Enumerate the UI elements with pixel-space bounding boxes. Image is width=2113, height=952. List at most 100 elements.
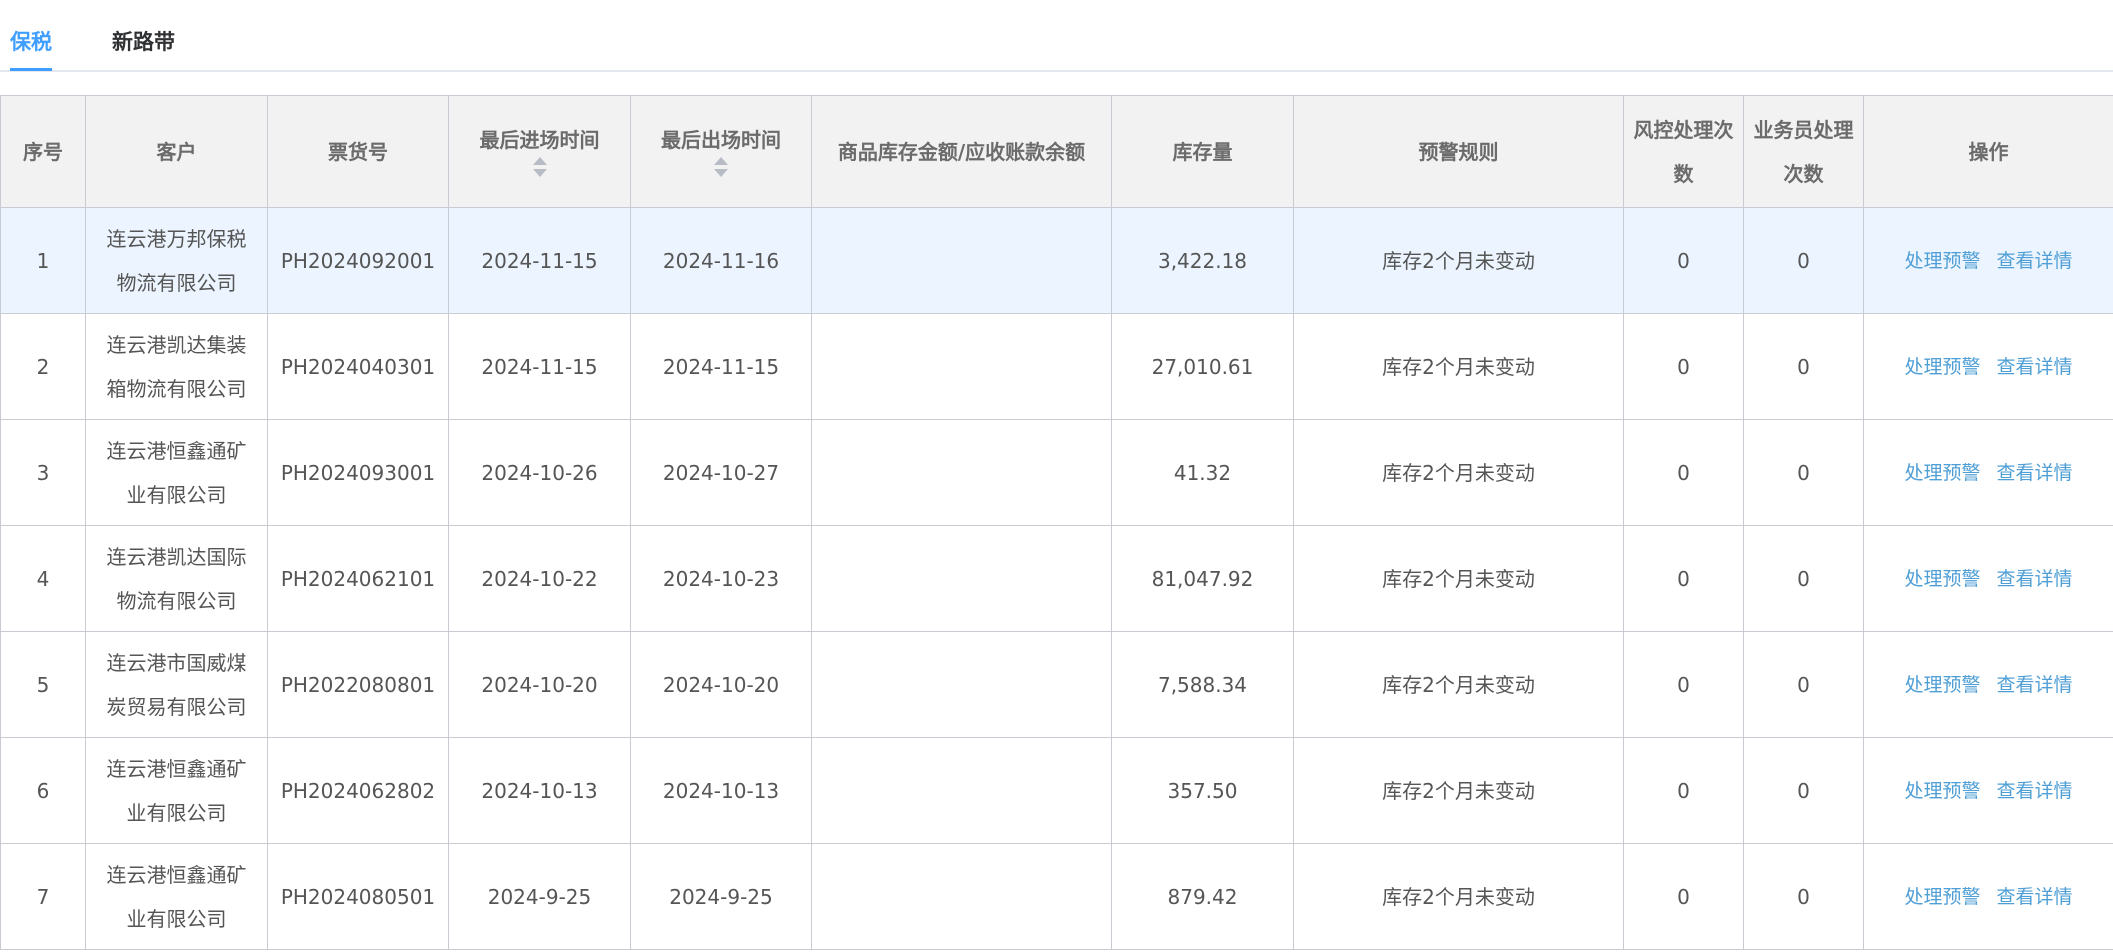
cell-actions: 处理预警 查看详情 (1863, 843, 2113, 950)
handle-warning-link[interactable]: 处理预警 (1904, 780, 1980, 802)
table-row[interactable]: 2 连云港凯达集装箱物流有限公司 PH2024040301 2024-11-15 202… (0, 313, 2113, 420)
view-detail-link[interactable]: 查看详情 (1997, 250, 2073, 272)
header-amount: 商品库存金额/应收账款余额 (811, 95, 1112, 208)
view-detail-link[interactable]: 查看详情 (1997, 568, 2073, 590)
view-detail-link[interactable]: 查看详情 (1997, 780, 2073, 802)
tab-new-route[interactable]: 新路带 (112, 26, 175, 56)
cell-last-out-time: 2024-10-13 (630, 737, 812, 844)
cell-amount (811, 631, 1112, 738)
handle-warning-link[interactable]: 处理预警 (1904, 250, 1980, 272)
header-staff-count: 业务员处理次数 (1743, 95, 1864, 208)
cell-last-in-time: 2024-9-25 (448, 843, 631, 950)
cell-ticket-no: PH2024062802 (267, 737, 449, 844)
handle-warning-link[interactable]: 处理预警 (1904, 462, 1980, 484)
cell-ticket-no: PH2022080801 (267, 631, 449, 738)
customer-name: 连云港恒鑫通矿业有限公司 (106, 756, 247, 825)
tab-bonded[interactable]: 保税 (10, 26, 52, 56)
cell-actions: 处理预警 查看详情 (1863, 313, 2113, 420)
table-row[interactable]: 3 连云港恒鑫通矿业有限公司 PH2024093001 2024-10-26 2024-… (0, 419, 2113, 526)
tab-bar: 保税 新路带 (0, 0, 2113, 72)
cell-stock-qty: 41.32 (1111, 419, 1294, 526)
cell-stock-qty: 3,422.18 (1111, 207, 1294, 314)
customer-name: 连云港凯达集装箱物流有限公司 (106, 332, 247, 401)
view-detail-link[interactable]: 查看详情 (1997, 886, 2073, 908)
cell-customer: 连云港市国威煤炭贸易有限公司 (85, 631, 268, 738)
cell-last-in-time: 2024-10-26 (448, 419, 631, 526)
cell-staff-count: 0 (1743, 525, 1864, 632)
customer-name: 连云港市国威煤炭贸易有限公司 (106, 650, 247, 719)
cell-amount (811, 207, 1112, 314)
table-row[interactable]: 6 连云港恒鑫通矿业有限公司 PH2024062802 2024-10-13 2024-… (0, 737, 2113, 844)
cell-index: 3 (0, 419, 86, 526)
cell-ticket-no: PH2024040301 (267, 313, 449, 420)
table-row[interactable]: 5 连云港市国威煤炭贸易有限公司 PH2022080801 2024-10-20 202… (0, 631, 2113, 738)
cell-index: 1 (0, 207, 86, 314)
cell-index: 2 (0, 313, 86, 420)
cell-index: 6 (0, 737, 86, 844)
cell-amount (811, 525, 1112, 632)
view-detail-link[interactable]: 查看详情 (1997, 462, 2073, 484)
handle-warning-link[interactable]: 处理预警 (1904, 356, 1980, 378)
cell-staff-count: 0 (1743, 419, 1864, 526)
header-warning-rule: 预警规则 (1293, 95, 1624, 208)
cell-last-in-time: 2024-10-20 (448, 631, 631, 738)
cell-risk-count: 0 (1623, 313, 1744, 420)
cell-customer: 连云港凯达国际物流有限公司 (85, 525, 268, 632)
cell-amount (811, 843, 1112, 950)
cell-warning-rule: 库存2个月未变动 (1293, 631, 1624, 738)
header-ticket-no: 票货号 (267, 95, 449, 208)
cell-last-out-time: 2024-10-23 (630, 525, 812, 632)
handle-warning-link[interactable]: 处理预警 (1904, 568, 1980, 590)
cell-last-in-time: 2024-10-22 (448, 525, 631, 632)
cell-last-out-time: 2024-10-20 (630, 631, 812, 738)
cell-last-out-time: 2024-10-27 (630, 419, 812, 526)
header-last-out-time[interactable]: 最后出场时间 (630, 95, 812, 208)
header-last-in-time[interactable]: 最后进场时间 (448, 95, 631, 208)
cell-warning-rule: 库存2个月未变动 (1293, 843, 1624, 950)
cell-warning-rule: 库存2个月未变动 (1293, 525, 1624, 632)
header-actions: 操作 (1863, 95, 2113, 208)
cell-stock-qty: 879.42 (1111, 843, 1294, 950)
table-row[interactable]: 4 连云港凯达国际物流有限公司 PH2024062101 2024-10-22 2024… (0, 525, 2113, 632)
customer-name: 连云港恒鑫通矿业有限公司 (106, 862, 247, 931)
cell-actions: 处理预警 查看详情 (1863, 419, 2113, 526)
cell-stock-qty: 7,588.34 (1111, 631, 1294, 738)
cell-risk-count: 0 (1623, 843, 1744, 950)
sort-caret-icon[interactable] (532, 156, 547, 179)
cell-customer: 连云港恒鑫通矿业有限公司 (85, 737, 268, 844)
cell-index: 4 (0, 525, 86, 632)
customer-name: 连云港万邦保税物流有限公司 (106, 226, 247, 295)
cell-ticket-no: PH2024092001 (267, 207, 449, 314)
cell-risk-count: 0 (1623, 525, 1744, 632)
handle-warning-link[interactable]: 处理预警 (1904, 886, 1980, 908)
cell-last-out-time: 2024-9-25 (630, 843, 812, 950)
cell-actions: 处理预警 查看详情 (1863, 525, 2113, 632)
warning-table: 序号 客户 票货号 最后进场时间 最后出场时间 商品库存金额/应收账款余额 库存… (0, 95, 2113, 950)
cell-last-out-time: 2024-11-15 (630, 313, 812, 420)
cell-stock-qty: 27,010.61 (1111, 313, 1294, 420)
cell-risk-count: 0 (1623, 737, 1744, 844)
cell-stock-qty: 357.50 (1111, 737, 1294, 844)
cell-ticket-no: PH2024093001 (267, 419, 449, 526)
view-detail-link[interactable]: 查看详情 (1997, 674, 2073, 696)
header-risk-count: 风控处理次数 (1623, 95, 1744, 208)
table-row[interactable]: 1 连云港万邦保税物流有限公司 PH2024092001 2024-11-15 2024… (0, 207, 2113, 314)
sort-caret-icon[interactable] (714, 156, 728, 179)
view-detail-link[interactable]: 查看详情 (1997, 356, 2073, 378)
handle-warning-link[interactable]: 处理预警 (1904, 674, 1980, 696)
cell-staff-count: 0 (1743, 207, 1864, 314)
cell-index: 7 (0, 843, 86, 950)
table-row[interactable]: 7 连云港恒鑫通矿业有限公司 PH2024080501 2024-9-25 2024-9… (0, 843, 2113, 950)
cell-last-in-time: 2024-11-15 (448, 207, 631, 314)
cell-staff-count: 0 (1743, 843, 1864, 950)
customer-name: 连云港凯达国际物流有限公司 (106, 544, 247, 613)
cell-warning-rule: 库存2个月未变动 (1293, 207, 1624, 314)
cell-customer: 连云港恒鑫通矿业有限公司 (85, 419, 268, 526)
cell-customer: 连云港恒鑫通矿业有限公司 (85, 843, 268, 950)
cell-risk-count: 0 (1623, 207, 1744, 314)
cell-customer: 连云港万邦保税物流有限公司 (85, 207, 268, 314)
cell-warning-rule: 库存2个月未变动 (1293, 419, 1624, 526)
header-last-in-time-label: 最后进场时间 (479, 127, 600, 152)
cell-customer: 连云港凯达集装箱物流有限公司 (85, 313, 268, 420)
cell-warning-rule: 库存2个月未变动 (1293, 313, 1624, 420)
